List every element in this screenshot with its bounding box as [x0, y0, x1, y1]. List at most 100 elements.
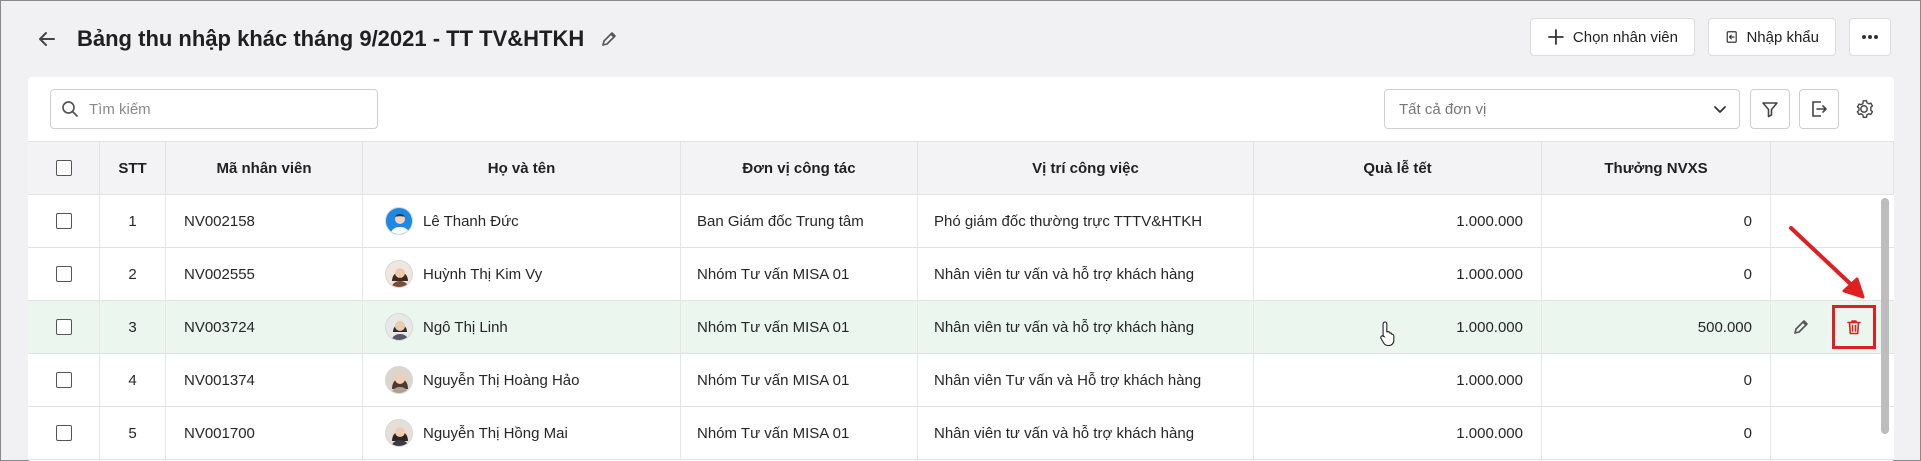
actions-cell [1771, 407, 1894, 459]
back-arrow-icon [39, 32, 55, 46]
gear-icon [1856, 100, 1874, 118]
position-cell: Nhân viên Tư vấn và Hỗ trợ khách hàng [918, 354, 1254, 406]
employee-name: Ngô Thị Linh [423, 318, 508, 336]
col-stt[interactable]: STT [100, 142, 166, 194]
actions-cell [1771, 354, 1894, 406]
stt-cell: 1 [100, 195, 166, 247]
col-full-name[interactable]: Họ và tên [363, 142, 681, 194]
table-row-hovered[interactable]: 3 NV003724 Ngô Thị Linh Nhóm Tư vấn MISA… [28, 301, 1894, 354]
export-button[interactable] [1799, 89, 1839, 129]
row-checkbox-cell [28, 407, 100, 459]
actions-cell [1771, 195, 1894, 247]
unit-cell: Nhóm Tư vấn MISA 01 [681, 407, 918, 459]
gift-cell: 1.000.000 [1254, 407, 1542, 459]
gift-cell: 1.000.000 [1254, 248, 1542, 300]
table-row[interactable]: 5 NV001700 Nguyễn Thị Hồng Mai Nhóm Tư v… [28, 407, 1894, 460]
bonus-cell: 0 [1542, 407, 1771, 459]
row-checkbox-cell [28, 195, 100, 247]
row-checkbox[interactable] [55, 319, 72, 335]
bonus-cell: 500.000 [1542, 301, 1771, 353]
import-label: Nhập khẩu [1746, 28, 1819, 46]
col-bonus[interactable]: Thưởng NVXS [1542, 142, 1771, 194]
app-window: Bảng thu nhập khác tháng 9/2021 - TT TV&… [0, 0, 1921, 461]
employee-name: Lê Thanh Đức [423, 212, 519, 230]
choose-employee-button[interactable]: Chọn nhân viên [1530, 18, 1695, 56]
unit-cell: Nhóm Tư vấn MISA 01 [681, 301, 918, 353]
import-button[interactable]: Nhập khẩu [1708, 18, 1836, 56]
pencil-icon [602, 32, 616, 46]
employee-name: Nguyễn Thị Hồng Mai [423, 424, 568, 442]
table-row[interactable]: 4 NV001374 Nguyễn Thị Hoàng Hảo Nhóm Tư … [28, 354, 1894, 407]
employee-code-cell: NV002555 [166, 248, 363, 300]
employee-code-cell: NV001700 [166, 407, 363, 459]
employee-name: Huỳnh Thị Kim Vy [423, 265, 543, 283]
row-checkbox[interactable] [55, 425, 72, 441]
search-input[interactable] [89, 100, 359, 118]
pencil-icon [1794, 320, 1808, 334]
more-icon [1862, 35, 1878, 39]
avatar [385, 260, 413, 288]
bonus-cell: 0 [1542, 248, 1771, 300]
name-cell: Ngô Thị Linh [363, 301, 681, 353]
row-checkbox-cell [28, 301, 100, 353]
stt-cell: 5 [100, 407, 166, 459]
col-holiday-gift[interactable]: Quà lễ tết [1254, 142, 1542, 194]
gift-cell: 1.000.000 [1254, 354, 1542, 406]
row-checkbox[interactable] [55, 372, 72, 388]
stt-cell: 4 [100, 354, 166, 406]
name-cell: Huỳnh Thị Kim Vy [363, 248, 681, 300]
more-button[interactable] [1849, 18, 1891, 56]
hand-cursor-icon [1380, 321, 1395, 346]
edit-title-button[interactable] [597, 27, 621, 51]
employee-code-cell: NV001374 [166, 354, 363, 406]
bonus-cell: 0 [1542, 195, 1771, 247]
table-row[interactable]: 1 NV002158 Lê Thanh Đức Ban Giám đốc Tru… [28, 195, 1894, 248]
row-checkbox-cell [28, 354, 100, 406]
col-position[interactable]: Vị trí công việc [918, 142, 1254, 194]
plus-icon [1548, 29, 1564, 45]
unit-cell: Ban Giám đốc Trung tâm [681, 195, 918, 247]
name-cell: Nguyễn Thị Hoàng Hảo [363, 354, 681, 406]
page-title: Bảng thu nhập khác tháng 9/2021 - TT TV&… [77, 26, 585, 51]
unit-cell: Nhóm Tư vấn MISA 01 [681, 354, 918, 406]
name-cell: Nguyễn Thị Hồng Mai [363, 407, 681, 459]
edit-row-button[interactable] [1788, 314, 1814, 340]
position-cell: Phó giám đốc thường trực TTTV&HTKH [918, 195, 1254, 247]
choose-employee-label: Chọn nhân viên [1572, 28, 1678, 46]
delete-row-button[interactable] [1832, 305, 1876, 349]
stt-cell: 3 [100, 301, 166, 353]
filter-icon [1762, 102, 1778, 118]
trash-icon [1847, 320, 1861, 335]
col-unit[interactable]: Đơn vị công tác [681, 142, 918, 194]
export-icon [1812, 101, 1827, 117]
row-checkbox-cell [28, 248, 100, 300]
name-cell: Lê Thanh Đức [363, 195, 681, 247]
employee-name: Nguyễn Thị Hoàng Hảo [423, 371, 580, 389]
header-checkbox-cell [28, 142, 100, 194]
actions-cell [1771, 301, 1894, 353]
bonus-cell: 0 [1542, 354, 1771, 406]
avatar [385, 207, 413, 235]
filter-button[interactable] [1750, 89, 1790, 129]
employee-code-cell: NV002158 [166, 195, 363, 247]
row-checkbox[interactable] [55, 213, 72, 229]
table-row[interactable]: 2 NV002555 Huỳnh Thị Kim Vy Nhóm Tư vấn … [28, 248, 1894, 301]
unit-cell: Nhóm Tư vấn MISA 01 [681, 248, 918, 300]
col-actions [1771, 142, 1894, 194]
stt-cell: 2 [100, 248, 166, 300]
row-checkbox[interactable] [55, 266, 72, 282]
col-employee-code[interactable]: Mã nhân viên [166, 142, 363, 194]
search-box[interactable] [50, 89, 378, 129]
gift-cell: 1.000.000 [1254, 195, 1542, 247]
table-header: STT Mã nhân viên Họ và tên Đơn vị công t… [28, 141, 1894, 195]
search-icon [62, 101, 78, 117]
select-all-checkbox[interactable] [55, 160, 72, 176]
avatar [385, 313, 413, 341]
back-button[interactable] [33, 25, 61, 53]
unit-select[interactable]: Tất cả đơn vị [1384, 89, 1740, 129]
position-cell: Nhân viên tư vấn và hỗ trợ khách hàng [918, 301, 1254, 353]
import-icon [1726, 31, 1737, 43]
content-card: Tất cả đơn vị STT Mã nhân viên Họ và tên… [28, 77, 1894, 461]
settings-button[interactable] [1844, 89, 1884, 129]
vertical-scrollbar[interactable] [1881, 198, 1889, 434]
